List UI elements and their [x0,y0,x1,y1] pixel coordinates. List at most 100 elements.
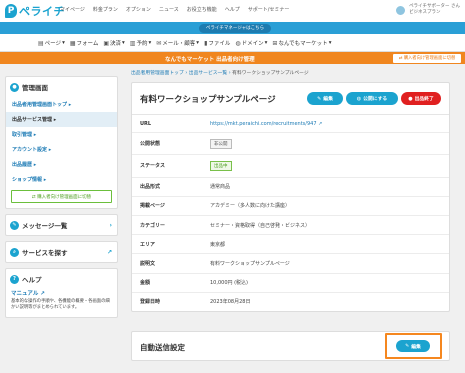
table-row: 掲載ページ アカデミー（多人数に向けた講座） [132,195,449,216]
chevron-down-icon: ▾ [196,40,200,46]
form-icon: ▦ [69,39,76,47]
row-value: 2023年08月28日 [202,291,449,311]
nav-pricing[interactable]: 料金プラン [93,6,118,13]
switch-to-buyer-button[interactable]: ⇄ 購入者向け管理画面に切替 [393,53,461,63]
row-value: 東京都 [202,234,449,254]
messages-panel[interactable]: ✎ メッセージ一覧 › [5,214,118,236]
row-label: エリア [132,234,202,254]
chevron-right-icon: ▸ [33,132,37,138]
category-reservation[interactable]: ▥ 予約 ▾ [129,39,151,48]
table-row: 公開状態 非公開 [132,132,449,155]
category-form[interactable]: ▦ フォーム [69,39,99,48]
row-label: 金額 [132,272,202,293]
logo[interactable]: P ペライチ [5,3,65,19]
service-detail-card: 有料ワークショップサンプルページ ✎ 編集 ◍ 公開にする ● 出品終了 URL ht… [131,82,450,312]
row-value: 10,000円 (税込) [202,272,449,293]
avatar [395,4,407,16]
category-market[interactable]: ⊞ なんでもマーケット ▾ [272,39,332,48]
service-header: 有料ワークショップサンプルページ ✎ 編集 ◍ 公開にする ● 出品終了 [132,83,449,115]
sidebar-item-transactions[interactable]: 取引管理 ▸ [6,127,117,142]
sidebar-item-seller-top[interactable]: 出品者用管理画面トップ ▸ [6,97,117,112]
search-icon: ⌕ [10,247,19,257]
nav-mypage[interactable]: マイページ [60,6,85,13]
row-label: 出品形式 [132,176,202,197]
top-nav: マイページ 料金プラン オプション ニュース お役立ち機能 ヘルプ サポート/セ… [60,6,289,13]
nav-tips[interactable]: お役立ち機能 [187,6,217,13]
chevron-right-icon: › [109,221,112,229]
globe-icon: ◍ [235,39,241,47]
user-info: ペライチサポーター さん ビジネスプラン [409,4,460,16]
auto-send-edit-button[interactable]: ✎ 編集 [396,340,430,352]
end-listing-button[interactable]: ● 出品終了 [401,92,441,105]
row-label: 登録日時 [132,291,202,311]
manager-link-button[interactable]: ペライチマネージャはこちら [199,23,271,33]
main-content: 出品者用管理画面トップ › 出品サービス一覧 › 有料ワークショップサンプルペー… [131,69,450,312]
chat-icon: ✎ [10,220,19,230]
category-file[interactable]: ▮ ファイル [204,39,230,48]
row-label: 掲載ページ [132,195,202,216]
page-icon: ▤ [38,39,44,47]
nav-help[interactable]: ヘルプ [225,6,240,13]
market-admin-bar: なんでもマーケット 出品者向け管理 ⇄ 購入者向け管理画面に切替 [0,52,465,64]
table-row: 説明文 有料ワークショップサンプルページ [132,253,449,273]
file-icon: ▮ [204,39,208,47]
sidebar-item-history[interactable]: 出品履歴 ▸ [6,157,117,172]
row-value: アカデミー（多人数に向けた講座） [202,195,449,216]
chevron-right-icon: ▸ [53,117,57,123]
chevron-down-icon: ▾ [62,40,65,46]
sidebar-item-services[interactable]: 出品サービス管理 ▸ [6,112,117,127]
breadcrumb-seller-top[interactable]: 出品者用管理画面トップ [131,71,184,76]
table-row: 金額 10,000円 (税込) [132,272,449,293]
external-link-icon[interactable]: ↗ [318,121,322,127]
category-payment[interactable]: ▣ 決済 ▾ [103,39,124,48]
edit-icon: ✎ [317,95,322,102]
nav-support[interactable]: サポート/セミナー [248,6,290,13]
publish-button[interactable]: ◍ 公開にする [346,92,398,105]
category-bar: ▤ ページ ▾ ▦ フォーム ▣ 決済 ▾ ▥ 予約 ▾ ✉ メール・顧客 ▾ ▮ ファイル ◍ ドメ… [0,34,465,52]
search-panel[interactable]: ⌕ サービスを探す ↗ [5,241,118,263]
row-label: カテゴリー [132,214,202,235]
table-row: 登録日時 2023年08月28日 [132,291,449,311]
row-value: 通常商品 [202,176,449,197]
help-title: ヘルプ [22,276,42,284]
service-url-link[interactable]: https://mkt.peraichi.com/recruitments/94… [210,121,317,127]
settings-icon: ● [10,82,19,92]
action-buttons: ✎ 編集 ◍ 公開にする ● 出品終了 [307,92,441,105]
nav-options[interactable]: オプション [126,6,151,13]
breadcrumb-current: 有料ワークショップサンプルページ [232,71,309,76]
page-title: 有料ワークショップサンプルページ [140,94,276,105]
user-menu[interactable]: ペライチサポーター さん ビジネスプラン [395,4,460,16]
external-link-icon: ↗ [106,248,112,256]
breadcrumb: 出品者用管理画面トップ › 出品サービス一覧 › 有料ワークショップサンプルペー… [131,69,450,76]
breadcrumb-services[interactable]: 出品サービス一覧 [189,71,227,76]
chevron-right-icon: ▸ [33,162,37,168]
chevron-down-icon: ▾ [328,40,332,46]
edit-button[interactable]: ✎ 編集 [307,92,343,105]
category-domain[interactable]: ◍ ドメイン ▾ [235,39,268,48]
payment-icon: ▣ [103,39,110,47]
category-mail[interactable]: ✉ メール・顧客 ▾ [156,39,200,48]
logo-mark-icon: P [5,4,17,18]
row-label: ステータス [132,154,202,178]
chevron-down-icon: ▾ [264,40,268,46]
sidebar-item-account[interactable]: アカウント設定 ▸ [6,142,117,157]
messages-title: メッセージ一覧 [22,222,68,230]
question-icon: ? [10,274,19,284]
manual-link[interactable]: マニュアル ↗ [6,289,117,297]
calendar-icon: ▥ [129,39,136,47]
manager-bar: ペライチマネージャはこちら [0,22,465,34]
category-page[interactable]: ▤ ページ ▾ [38,39,65,48]
user-plan: ビジネスプラン [409,10,441,15]
table-row: ステータス 出品中 [132,154,449,178]
row-label: 説明文 [132,253,202,273]
chevron-right-icon: ▸ [48,147,52,153]
sidebar-item-shop[interactable]: ショップ情報 ▸ [6,172,117,187]
sidebar: ● 管理画面 出品者用管理画面トップ ▸ 出品サービス管理 ▸ 取引管理 ▸ ア… [5,76,118,323]
external-link-icon: ↗ [40,291,45,297]
table-row: エリア 東京都 [132,234,449,254]
globe-icon: ◍ [356,95,362,102]
admin-panel-header: ● 管理画面 [6,77,117,97]
switch-to-buyer-sidebar-button[interactable]: ⇄ 購入者向け管理画面に切替 [11,190,112,203]
nav-news[interactable]: ニュース [159,6,179,13]
admin-panel: ● 管理画面 出品者用管理画面トップ ▸ 出品サービス管理 ▸ 取引管理 ▸ ア… [5,76,118,209]
